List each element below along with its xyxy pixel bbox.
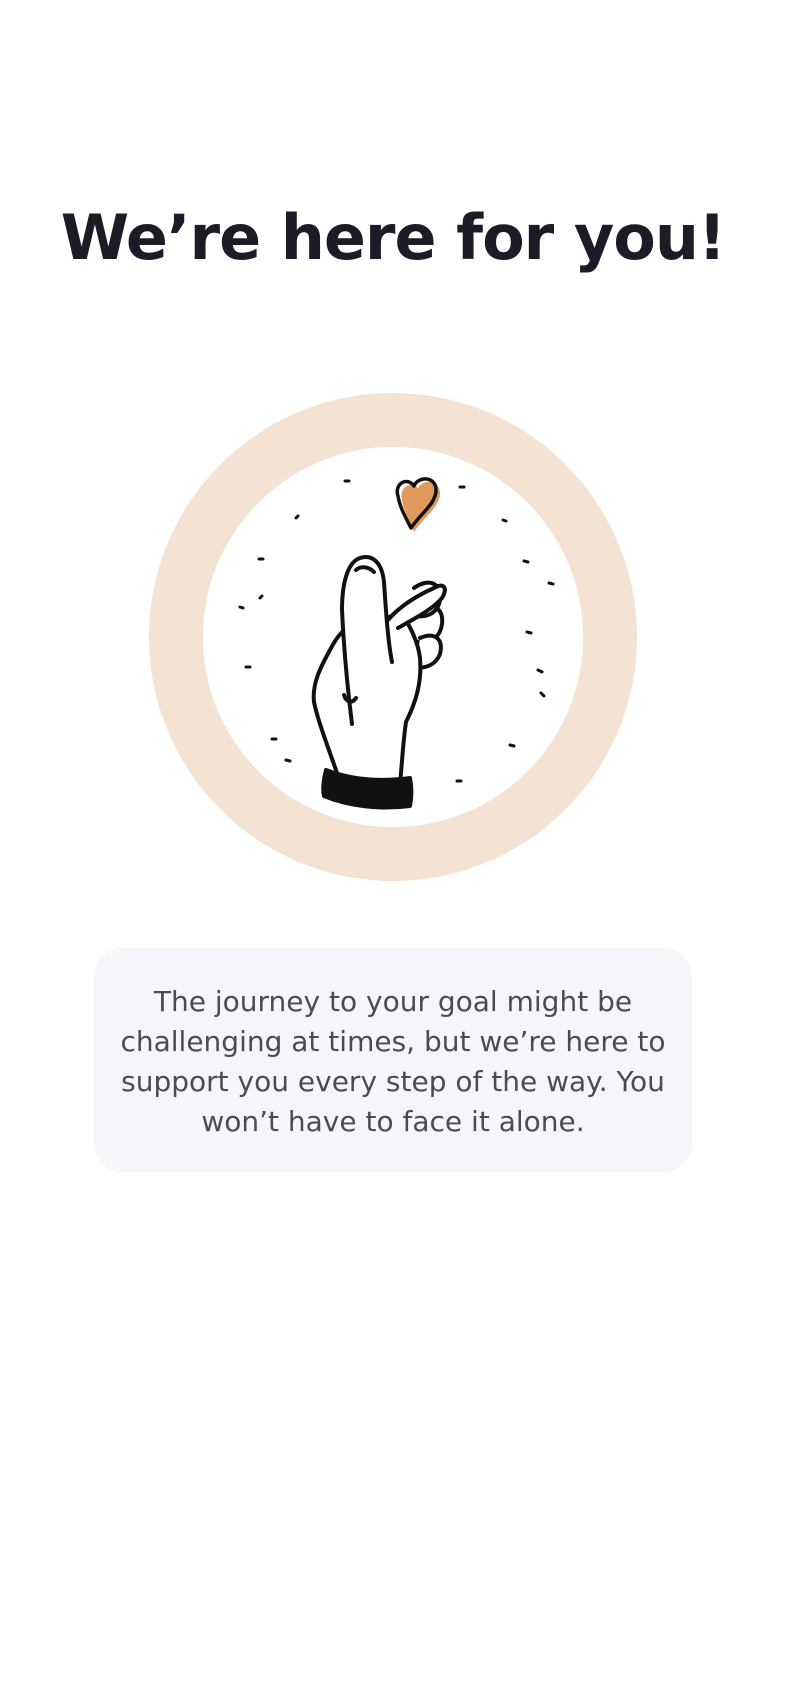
message-text: The journey to your goal might be challe… xyxy=(120,985,666,1138)
page-title: We’re here for you! xyxy=(60,201,727,274)
message-card: The journey to your goal might be challe… xyxy=(94,948,692,1172)
finger-heart-icon xyxy=(149,393,637,881)
finger-heart-illustration xyxy=(148,392,638,882)
